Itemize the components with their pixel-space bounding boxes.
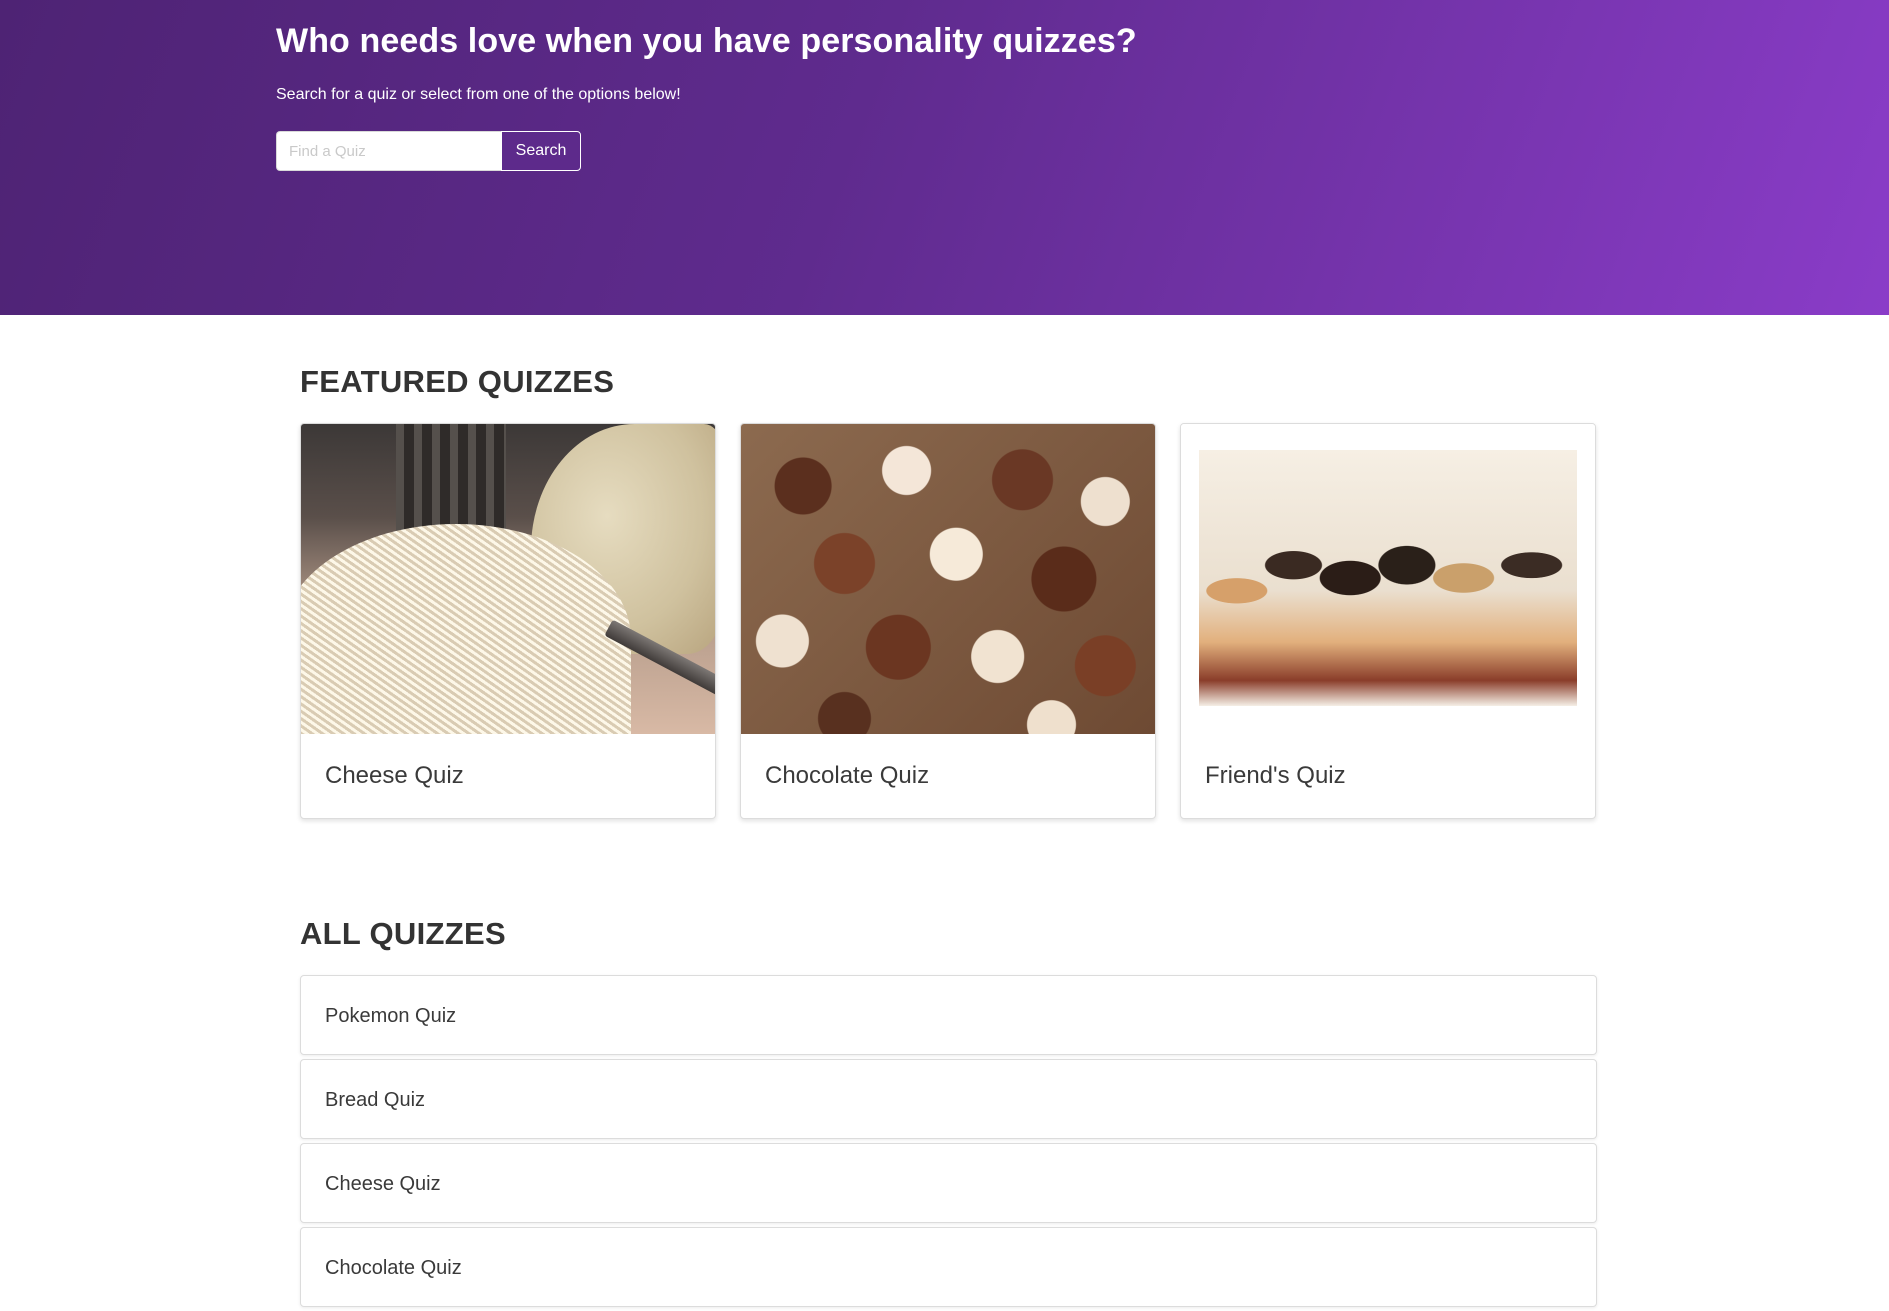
chocolate-image [741, 424, 1155, 734]
all-quizzes-heading: ALL QUIZZES [300, 916, 506, 951]
list-item[interactable]: Cheese Quiz [300, 1143, 1597, 1223]
cheese-image [301, 424, 715, 734]
hero-subtitle: Search for a quiz or select from one of … [276, 86, 681, 103]
featured-heading: FEATURED QUIZZES [300, 364, 615, 399]
search-button[interactable]: Search [501, 131, 581, 171]
card-title: Friend's Quiz [1205, 762, 1346, 789]
featured-card-friends[interactable]: Friend's Quiz [1180, 423, 1596, 819]
featured-cards: Cheese Quiz Chocolate Quiz Friend's Quiz [300, 423, 1597, 819]
hero-banner: Who needs love when you have personality… [0, 0, 1889, 315]
featured-card-chocolate[interactable]: Chocolate Quiz [740, 423, 1156, 819]
featured-card-cheese[interactable]: Cheese Quiz [300, 423, 716, 819]
friends-photo [1199, 450, 1577, 706]
list-item[interactable]: Bread Quiz [300, 1059, 1597, 1139]
card-title: Cheese Quiz [325, 762, 464, 789]
search-form: Search [276, 131, 581, 171]
list-item[interactable]: Chocolate Quiz [300, 1227, 1597, 1307]
friends-image [1181, 424, 1595, 734]
search-input[interactable] [276, 131, 501, 171]
all-quizzes-list: Pokemon Quiz Bread Quiz Cheese Quiz Choc… [300, 975, 1597, 1311]
page-title: Who needs love when you have personality… [276, 22, 1137, 60]
list-item[interactable]: Pokemon Quiz [300, 975, 1597, 1055]
card-title: Chocolate Quiz [765, 762, 930, 789]
